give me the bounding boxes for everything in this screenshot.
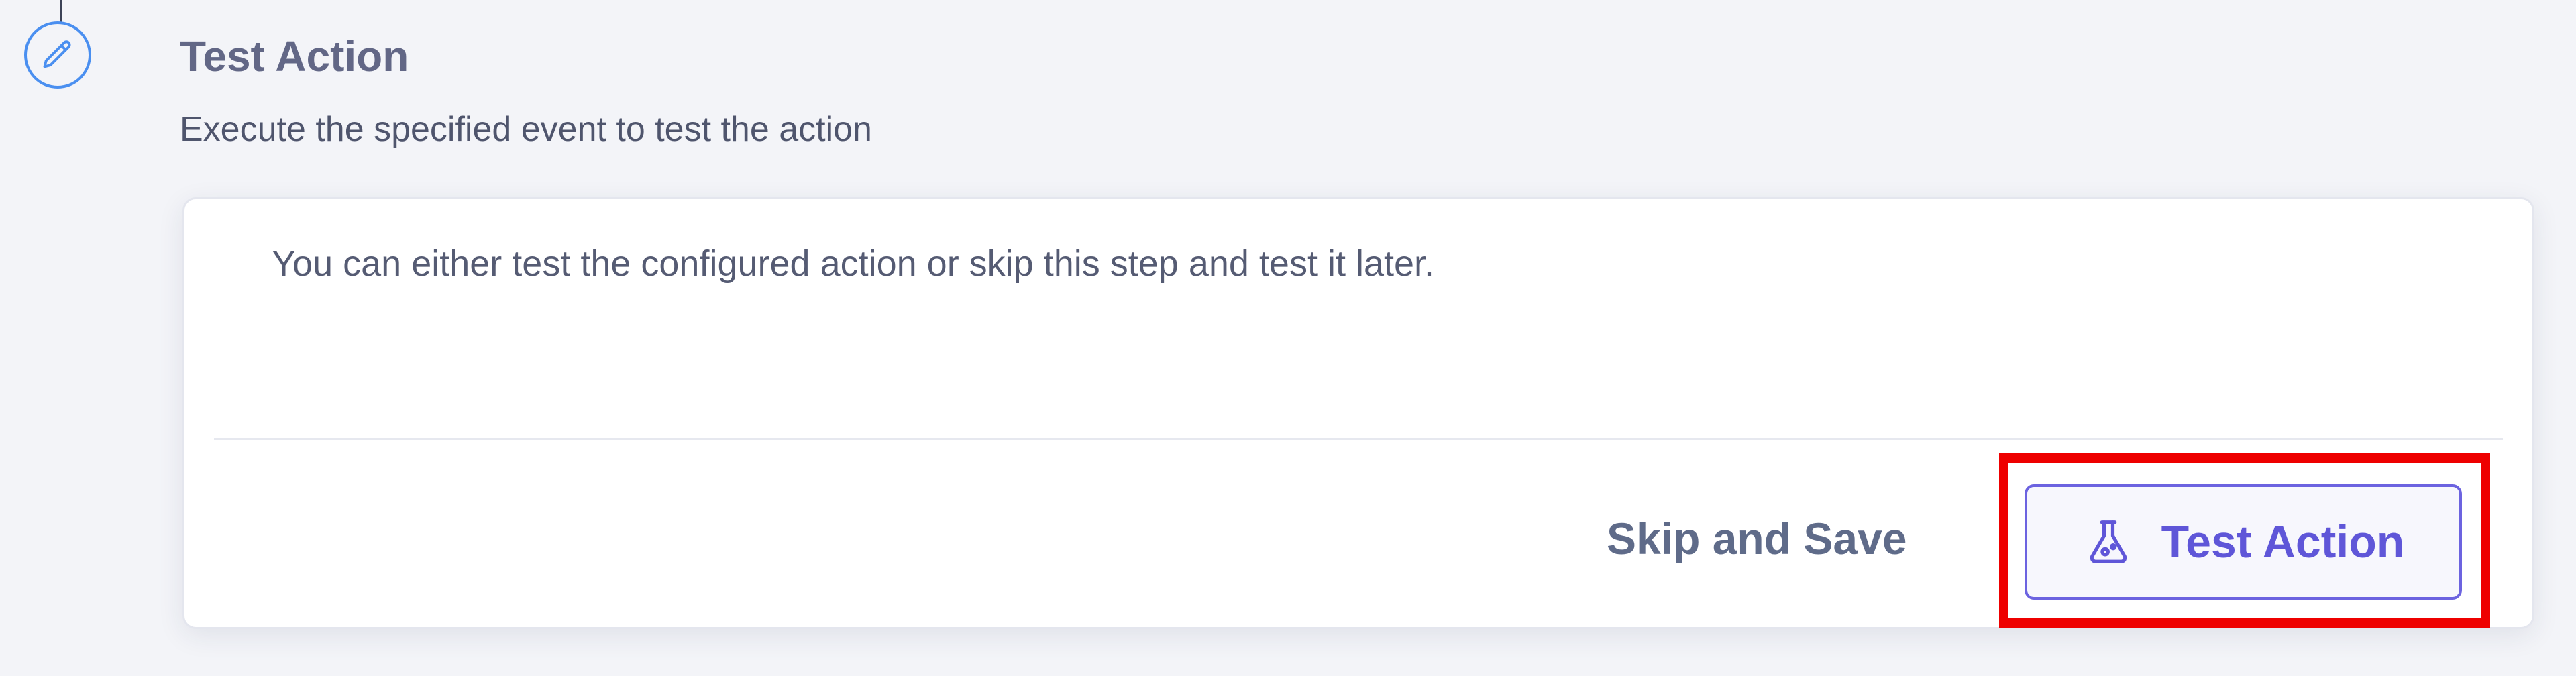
card-divider bbox=[214, 438, 2503, 440]
timeline-connector bbox=[60, 0, 62, 23]
step-subtitle: Execute the specified event to test the … bbox=[180, 110, 872, 149]
step-status-icon bbox=[24, 21, 91, 89]
pencil-icon bbox=[40, 38, 75, 72]
step-title: Test Action bbox=[180, 32, 409, 80]
test-action-step: Test Action Execute the specified event … bbox=[0, 0, 2576, 676]
card-message: You can either test the configured actio… bbox=[272, 243, 1435, 284]
skip-and-save-button[interactable]: Skip and Save bbox=[1587, 492, 1927, 585]
flask-icon bbox=[2082, 516, 2135, 568]
test-action-button[interactable]: Test Action bbox=[2025, 484, 2462, 600]
test-action-label: Test Action bbox=[2161, 516, 2405, 567]
